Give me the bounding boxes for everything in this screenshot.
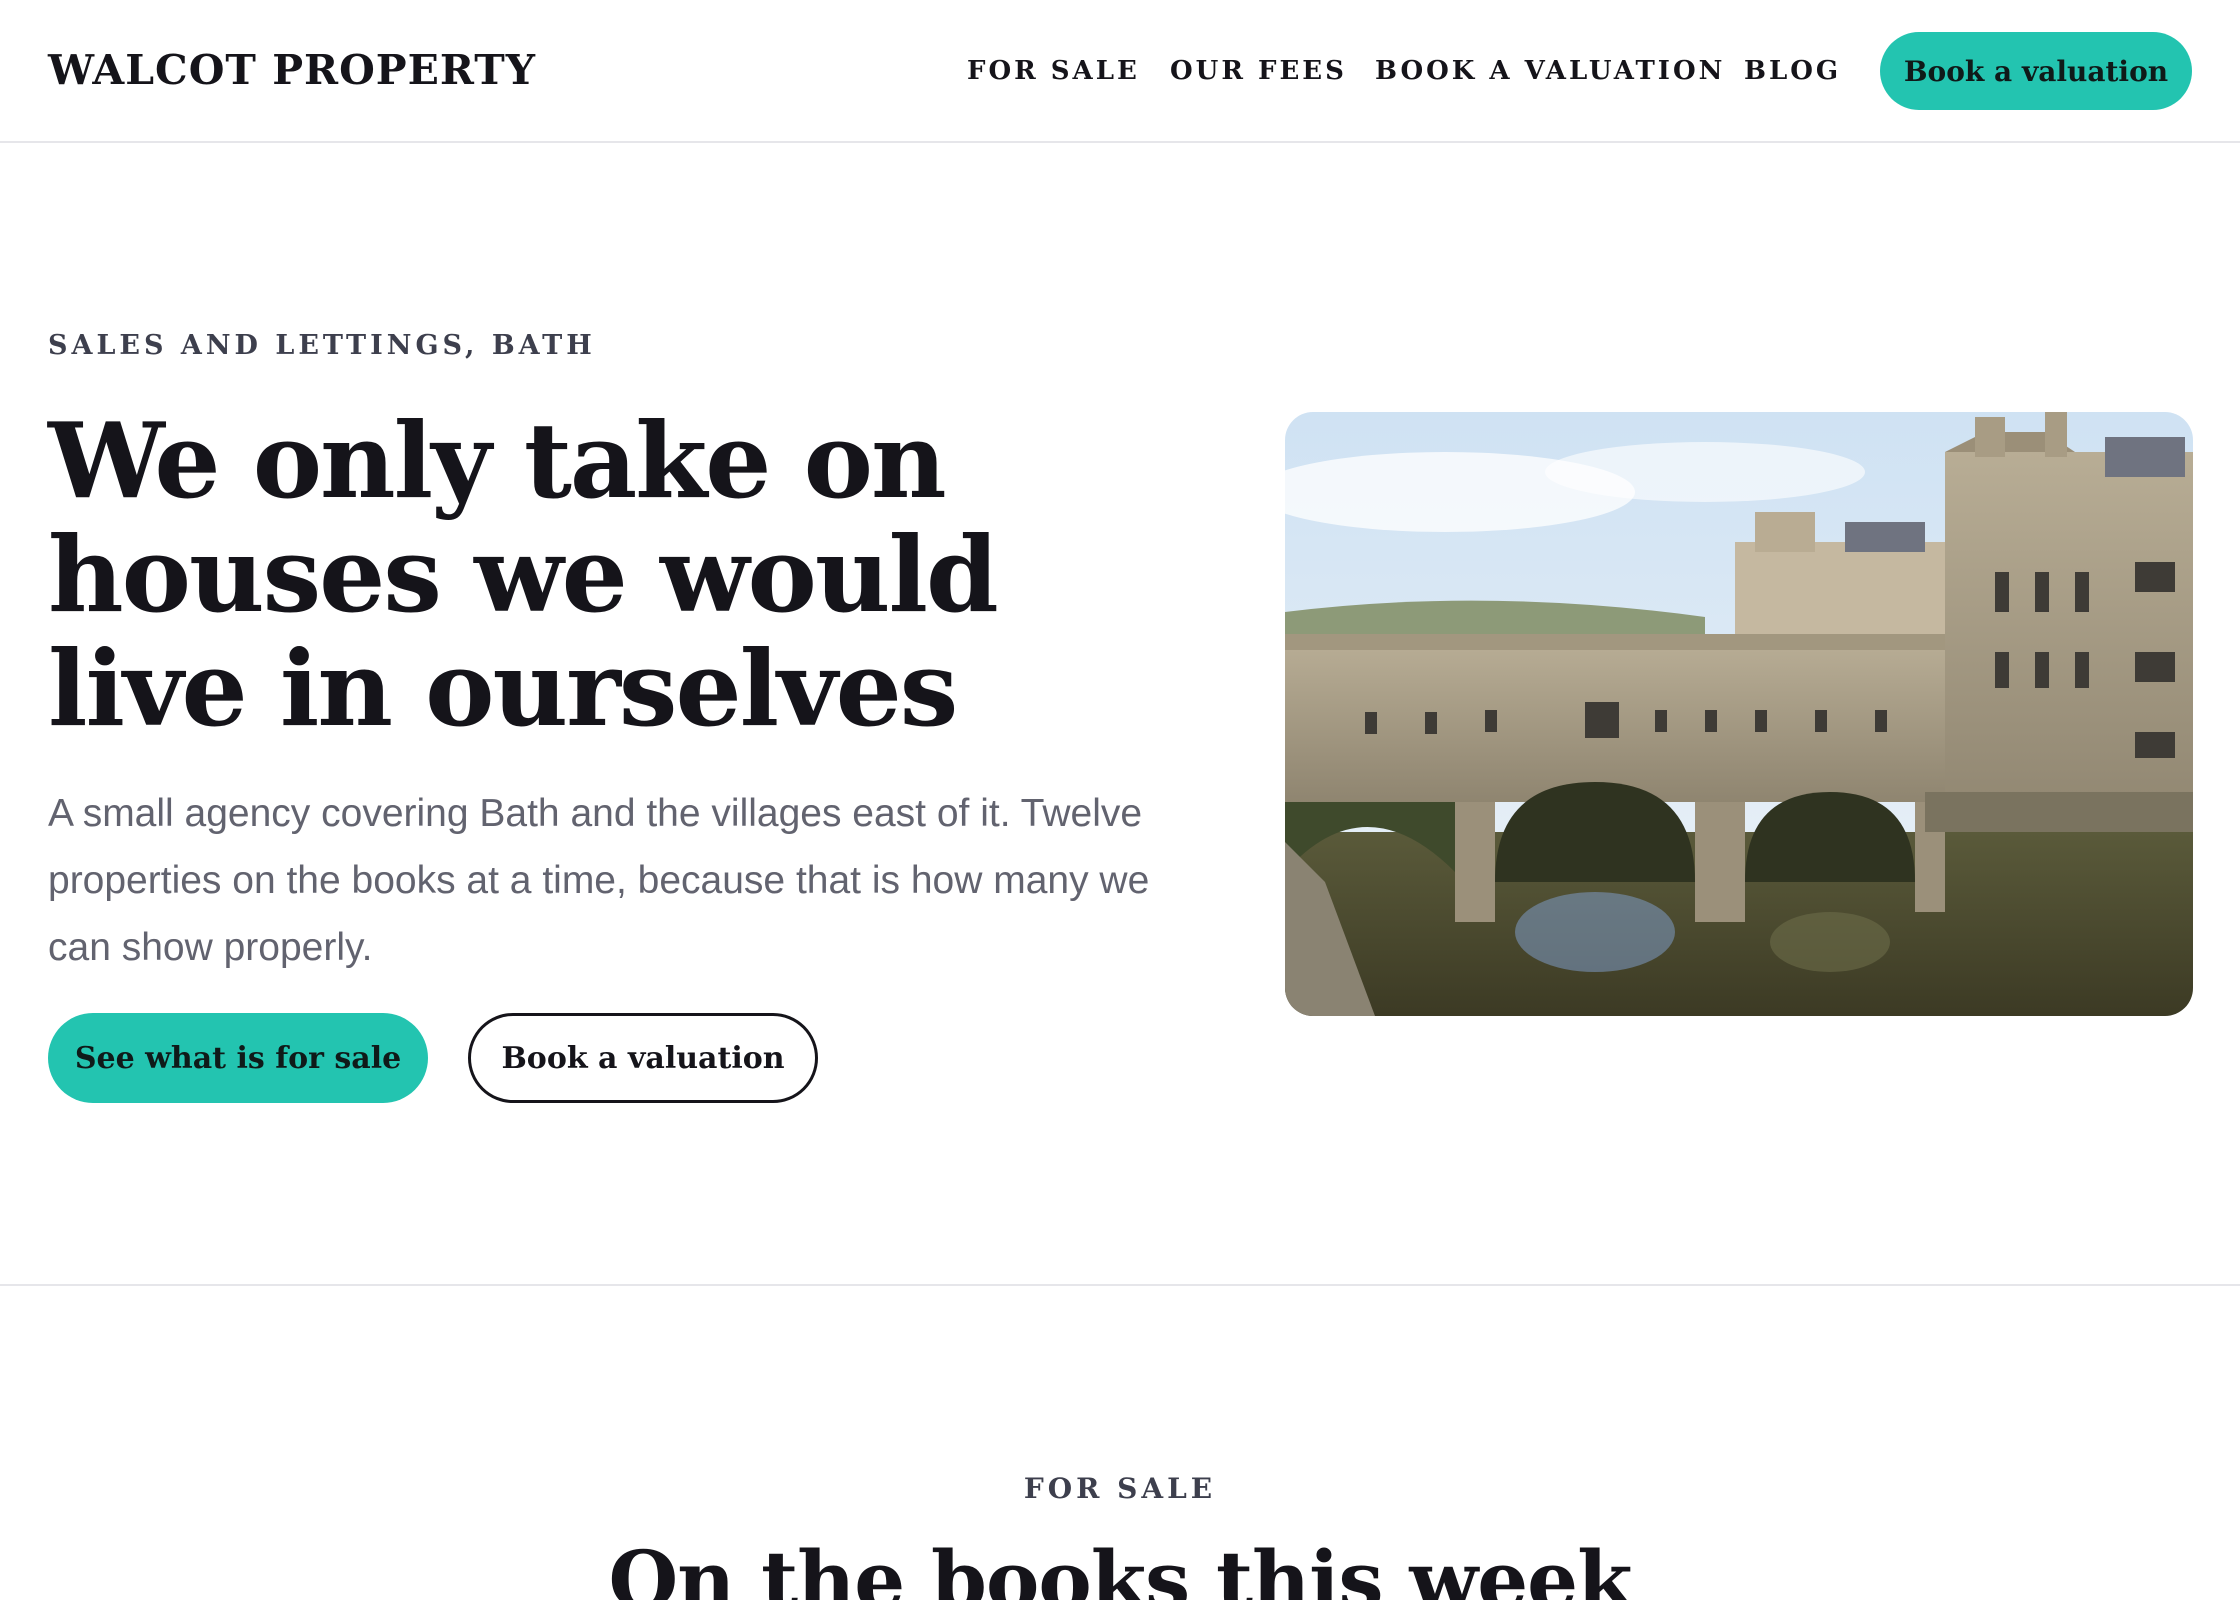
for-sale-eyebrow: FOR SALE [1023,1472,1217,1505]
nav-blog[interactable]: BLOG [1744,56,1841,86]
nav-book-valuation[interactable]: BOOK A VALUATION [1375,56,1725,86]
bridge-illustration [1285,412,2193,1016]
hero-eyebrow: SALES AND LETTINGS, BATH [48,330,596,361]
see-for-sale-button[interactable]: See what is for sale [48,1013,428,1103]
nav-our-fees[interactable]: OUR FEES [1170,56,1347,86]
book-valuation-button[interactable]: Book a valuation [468,1013,818,1103]
header-book-valuation-button[interactable]: Book a valuation [1880,32,2192,110]
for-sale-title: On the books this week [608,1533,1632,1600]
brand-logo[interactable]: WALCOT PROPERTY [48,46,536,94]
hero-lede: A small agency covering Bath and the vil… [48,792,1150,969]
hero-photo-bridge [1285,412,2193,1016]
section-divider [0,1284,2240,1286]
site-header: WALCOT PROPERTY FOR SALE OUR FEES BOOK A… [0,0,2240,143]
hero-title: We only take on houses we would live in … [48,399,999,750]
nav-for-sale[interactable]: FOR SALE [967,56,1140,86]
